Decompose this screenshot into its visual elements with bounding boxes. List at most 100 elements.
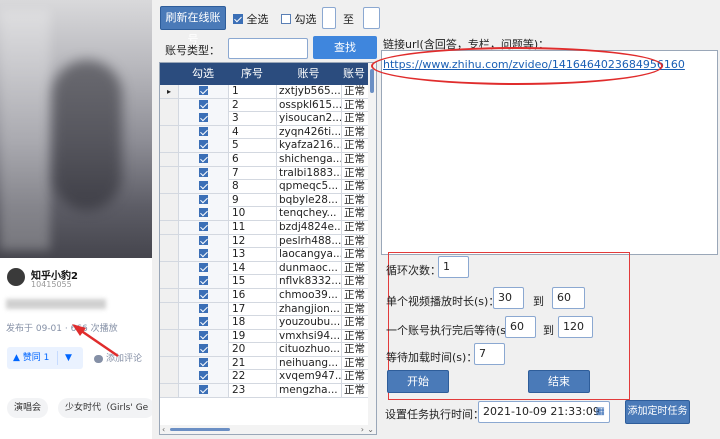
check-range-checkbox[interactable]: 勾选 [281, 11, 317, 27]
range-end-input[interactable] [363, 7, 380, 29]
row-selector[interactable] [160, 261, 178, 275]
row-selector[interactable] [160, 370, 178, 384]
scroll-right-icon[interactable]: › [361, 425, 364, 434]
table-row[interactable]: 10 tenqchey... 正常 [160, 207, 370, 221]
row-checkbox-cell[interactable] [178, 125, 228, 139]
row-checkbox-cell[interactable] [178, 207, 228, 221]
row-checkbox-cell[interactable] [178, 234, 228, 248]
row-checkbox-cell[interactable] [178, 316, 228, 330]
row-checkbox-cell[interactable] [178, 139, 228, 153]
row-checkbox[interactable] [199, 113, 208, 123]
row-selector[interactable] [160, 248, 178, 262]
row-selector[interactable] [160, 180, 178, 194]
row-checkbox[interactable] [199, 317, 208, 327]
table-row[interactable]: 11 bzdj4824e... 正常 [160, 220, 370, 235]
row-selector[interactable] [160, 139, 178, 153]
row-checkbox[interactable] [199, 86, 208, 95]
table-row[interactable]: ▸ 1 zxtjyb565... 正常 [160, 85, 370, 99]
row-checkbox-cell[interactable] [178, 261, 228, 275]
account-type-input[interactable] [228, 38, 308, 59]
row-checkbox[interactable] [199, 140, 208, 150]
row-checkbox[interactable] [199, 235, 208, 245]
row-checkbox[interactable] [199, 249, 208, 259]
calendar-icon[interactable]: ▦ [596, 402, 605, 422]
row-checkbox[interactable] [199, 167, 208, 177]
table-row[interactable]: 20 cituozhuo... 正常 [160, 343, 370, 357]
start-button[interactable]: 开始 [387, 370, 449, 393]
table-row[interactable]: 6 shichenga... 正常 [160, 152, 370, 167]
row-selector[interactable] [160, 125, 178, 139]
add-scheduled-task-button[interactable]: 添加定时任务 [625, 400, 690, 424]
row-selector[interactable] [160, 343, 178, 357]
row-checkbox-cell[interactable] [178, 302, 228, 316]
table-row[interactable]: 22 xvqem947... 正常 [160, 370, 370, 385]
stop-button[interactable]: 结束 [528, 370, 590, 393]
vertical-scrollbar[interactable] [368, 63, 376, 427]
row-checkbox[interactable] [199, 276, 208, 286]
row-checkbox-cell[interactable] [178, 180, 228, 194]
table-row[interactable]: 3 yisoucan2... 正常 [160, 112, 370, 126]
table-row[interactable]: 16 chmoo39... 正常 [160, 288, 370, 303]
horizontal-scrollbar[interactable]: ‹ › ⌄ [160, 425, 376, 434]
row-selector[interactable] [160, 193, 178, 207]
row-checkbox-cell[interactable] [178, 166, 228, 180]
table-row[interactable]: 14 dunmaoc... 正常 [160, 261, 370, 276]
row-selector[interactable] [160, 356, 178, 370]
row-checkbox-cell[interactable] [178, 356, 228, 370]
row-checkbox-cell[interactable] [178, 220, 228, 234]
row-checkbox-cell[interactable] [178, 248, 228, 262]
row-checkbox[interactable] [199, 99, 208, 109]
row-selector[interactable] [160, 98, 178, 112]
row-checkbox[interactable] [199, 221, 208, 231]
row-checkbox-cell[interactable] [178, 85, 228, 98]
scroll-down-icon[interactable]: ⌄ [367, 425, 374, 434]
row-checkbox-cell[interactable] [178, 112, 228, 126]
row-checkbox[interactable] [199, 385, 208, 395]
table-row[interactable]: 5 kyafza216... 正常 [160, 139, 370, 153]
checkbox-unchecked[interactable] [281, 14, 291, 24]
row-checkbox[interactable] [199, 330, 208, 340]
row-selector[interactable] [160, 207, 178, 221]
row-checkbox[interactable] [199, 262, 208, 272]
col-check[interactable]: 勾选 [178, 63, 228, 85]
col-no[interactable]: 序号 [228, 63, 276, 85]
row-checkbox[interactable] [199, 153, 208, 163]
row-checkbox-cell[interactable] [178, 370, 228, 384]
table-row[interactable]: 7 tralbi1883... 正常 [160, 166, 370, 181]
row-selector[interactable] [160, 234, 178, 248]
range-start-input[interactable] [322, 7, 336, 29]
row-selector[interactable] [160, 112, 178, 126]
row-checkbox[interactable] [199, 371, 208, 381]
row-checkbox[interactable] [199, 126, 208, 136]
row-checkbox[interactable] [199, 194, 208, 204]
table-row[interactable]: 17 zhangjion... 正常 [160, 302, 370, 317]
load-wait-input[interactable]: 7 [474, 343, 505, 365]
table-row[interactable]: 18 youzoubu... 正常 [160, 316, 370, 330]
play-max-input[interactable]: 60 [552, 287, 585, 309]
row-selector[interactable] [160, 275, 178, 289]
row-checkbox-cell[interactable] [178, 98, 228, 112]
table-row[interactable]: 12 peslrh488... 正常 [160, 234, 370, 249]
row-selector[interactable]: ▸ [160, 85, 178, 98]
wait-max-input[interactable]: 120 [558, 316, 593, 338]
col-status[interactable]: 账号 [341, 63, 371, 85]
row-checkbox[interactable] [199, 344, 208, 354]
wait-min-input[interactable]: 60 [505, 316, 536, 338]
row-checkbox-cell[interactable] [178, 275, 228, 289]
row-checkbox[interactable] [199, 181, 208, 191]
row-selector[interactable] [160, 329, 178, 343]
row-selector[interactable] [160, 316, 178, 330]
table-row[interactable]: 8 qpmeqc5... 正常 [160, 180, 370, 194]
row-checkbox-cell[interactable] [178, 193, 228, 207]
scroll-left-icon[interactable]: ‹ [162, 425, 165, 434]
checkbox-checked[interactable] [233, 14, 243, 24]
table-row[interactable]: 19 vmxhsi94... 正常 [160, 329, 370, 344]
search-button[interactable]: 查找 [313, 36, 377, 59]
table-row[interactable]: 4 zyqn426ti... 正常 [160, 125, 370, 140]
row-selector[interactable] [160, 288, 178, 302]
row-checkbox[interactable] [199, 208, 208, 218]
table-row[interactable]: 21 neihuang... 正常 [160, 356, 370, 371]
table-row[interactable]: 23 mengzha... 正常 [160, 384, 370, 398]
table-row[interactable]: 13 laocangya... 正常 [160, 248, 370, 262]
row-checkbox[interactable] [199, 357, 208, 367]
